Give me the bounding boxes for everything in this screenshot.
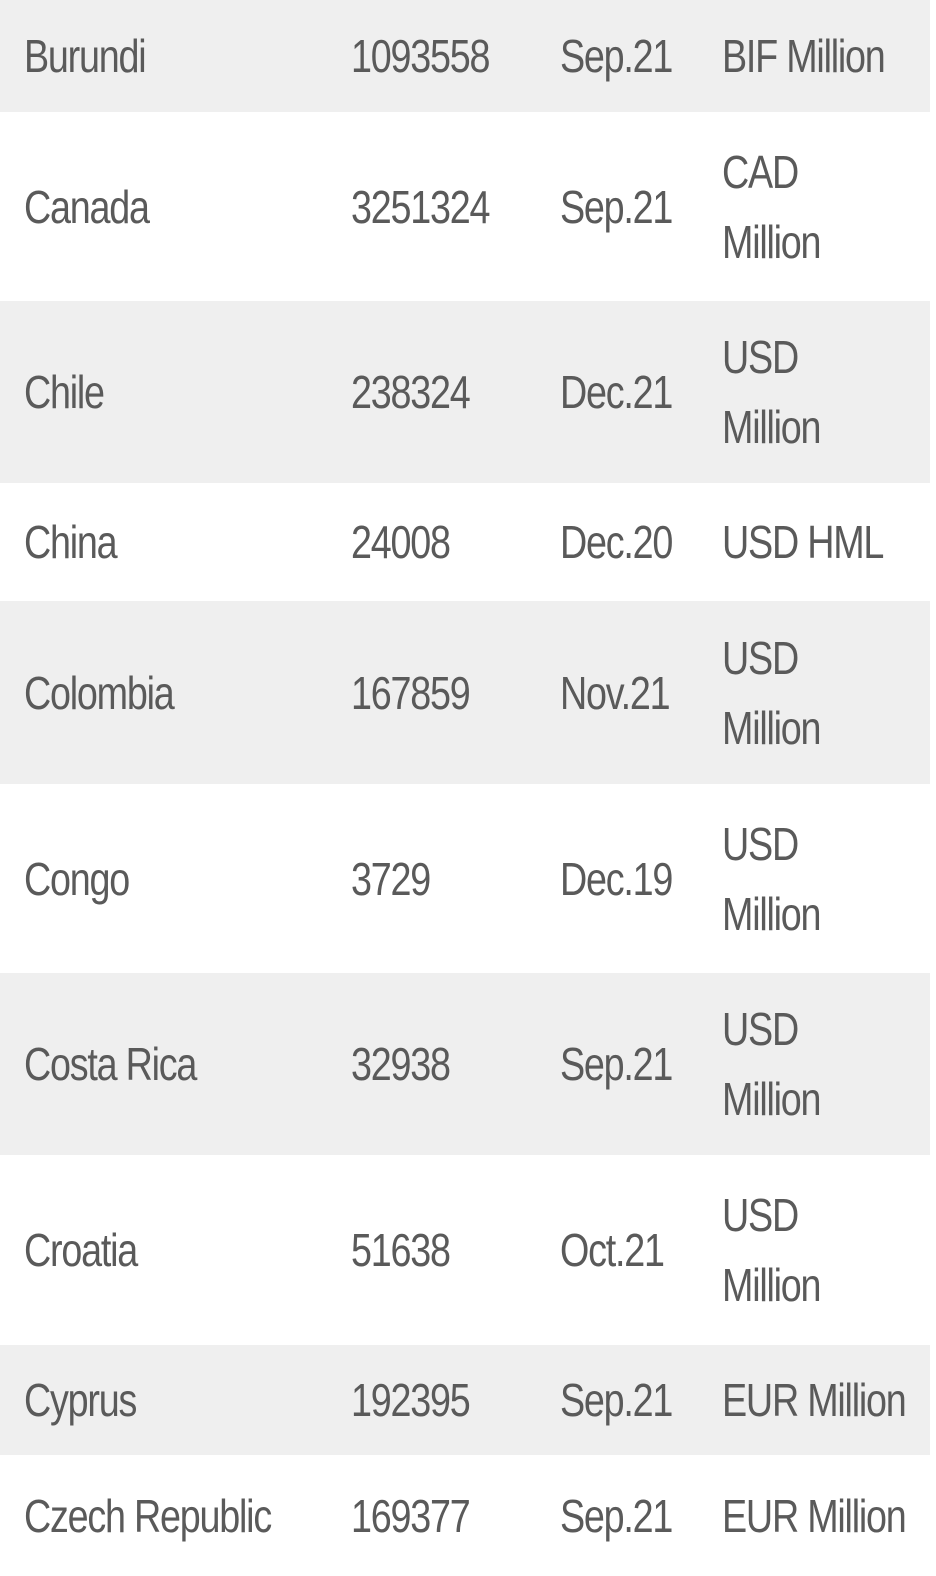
unit-text: USD HML [722, 516, 884, 568]
date-cell: Sep.21 [560, 30, 673, 82]
unit-text: EUR Million [722, 1489, 907, 1542]
table-row: Colombia 167859 Nov.21 USD Million [0, 601, 930, 788]
table-row: Canada 3251324 Sep.21 CAD Million [0, 116, 930, 301]
date-cell: Nov.21 [560, 666, 671, 719]
date-cell: Dec.20 [560, 516, 673, 568]
table-row: Congo 3729 Dec.19 USD Million [0, 788, 930, 973]
unit-cell: USD Million [722, 301, 822, 483]
unit-cell: BIF Million [722, 0, 911, 112]
unit-text: USD Million [722, 817, 822, 940]
data-table: Burundi 1093558 Sep.21 BIF Million Canad… [0, 0, 930, 1576]
date-cell: Oct.21 [560, 1224, 665, 1276]
unit-text: EUR Million [722, 1374, 907, 1426]
unit-text: CAD Million [722, 145, 822, 268]
unit-cell: USD Million [722, 1159, 822, 1341]
unit-text: USD Million [722, 331, 822, 453]
unit-cell: EUR Million [722, 1345, 911, 1455]
table-row: Czech Republic 169377 Sep.21 EUR Million [0, 1459, 930, 1576]
country-cell: Canada [24, 180, 150, 233]
unit-text: USD Million [722, 1189, 822, 1311]
value-cell: 169377 [351, 1489, 471, 1542]
table-row: Burundi 1093558 Sep.21 BIF Million [0, 0, 930, 116]
value-cell: 238324 [351, 366, 471, 418]
country-cell: China [24, 516, 118, 568]
country-cell: Burundi [24, 30, 147, 82]
table-row: China 24008 Dec.20 USD HML [0, 487, 930, 601]
unit-cell: USD Million [722, 601, 822, 784]
date-cell: Dec.21 [560, 366, 673, 418]
table-row: Costa Rica 32938 Sep.21 USD Million [0, 973, 930, 1159]
date-cell: Dec.19 [560, 852, 673, 905]
country-cell: Chile [24, 366, 105, 418]
unit-cell: EUR Million [722, 1459, 911, 1572]
date-cell: Sep.21 [560, 180, 673, 233]
value-cell: 3251324 [351, 180, 490, 233]
value-cell: 3729 [351, 852, 431, 905]
unit-cell: USD Million [722, 788, 822, 969]
date-cell: Sep.21 [560, 1374, 673, 1426]
table-row: Croatia 51638 Oct.21 USD Million [0, 1159, 930, 1345]
value-cell: 192395 [351, 1374, 471, 1426]
country-cell: Costa Rica [24, 1038, 197, 1090]
unit-text: BIF Million [722, 30, 886, 82]
value-cell: 24008 [351, 516, 451, 568]
unit-cell: USD HML [722, 487, 911, 597]
country-cell: Czech Republic [24, 1489, 272, 1542]
value-cell: 51638 [351, 1224, 451, 1276]
value-cell: 1093558 [351, 30, 490, 82]
unit-cell: CAD Million [722, 116, 822, 297]
date-cell: Sep.21 [560, 1489, 673, 1542]
table-row: Cyprus 192395 Sep.21 EUR Million [0, 1345, 930, 1459]
value-cell: 32938 [351, 1038, 451, 1090]
date-cell: Sep.21 [560, 1038, 673, 1090]
value-cell: 167859 [351, 666, 471, 719]
country-cell: Colombia [24, 666, 175, 719]
unit-text: USD Million [722, 631, 822, 754]
country-cell: Congo [24, 852, 130, 905]
unit-cell: USD Million [722, 973, 822, 1155]
country-cell: Cyprus [24, 1374, 137, 1426]
unit-text: USD Million [722, 1003, 822, 1125]
table-row: Chile 238324 Dec.21 USD Million [0, 301, 930, 487]
country-cell: Croatia [24, 1224, 138, 1276]
